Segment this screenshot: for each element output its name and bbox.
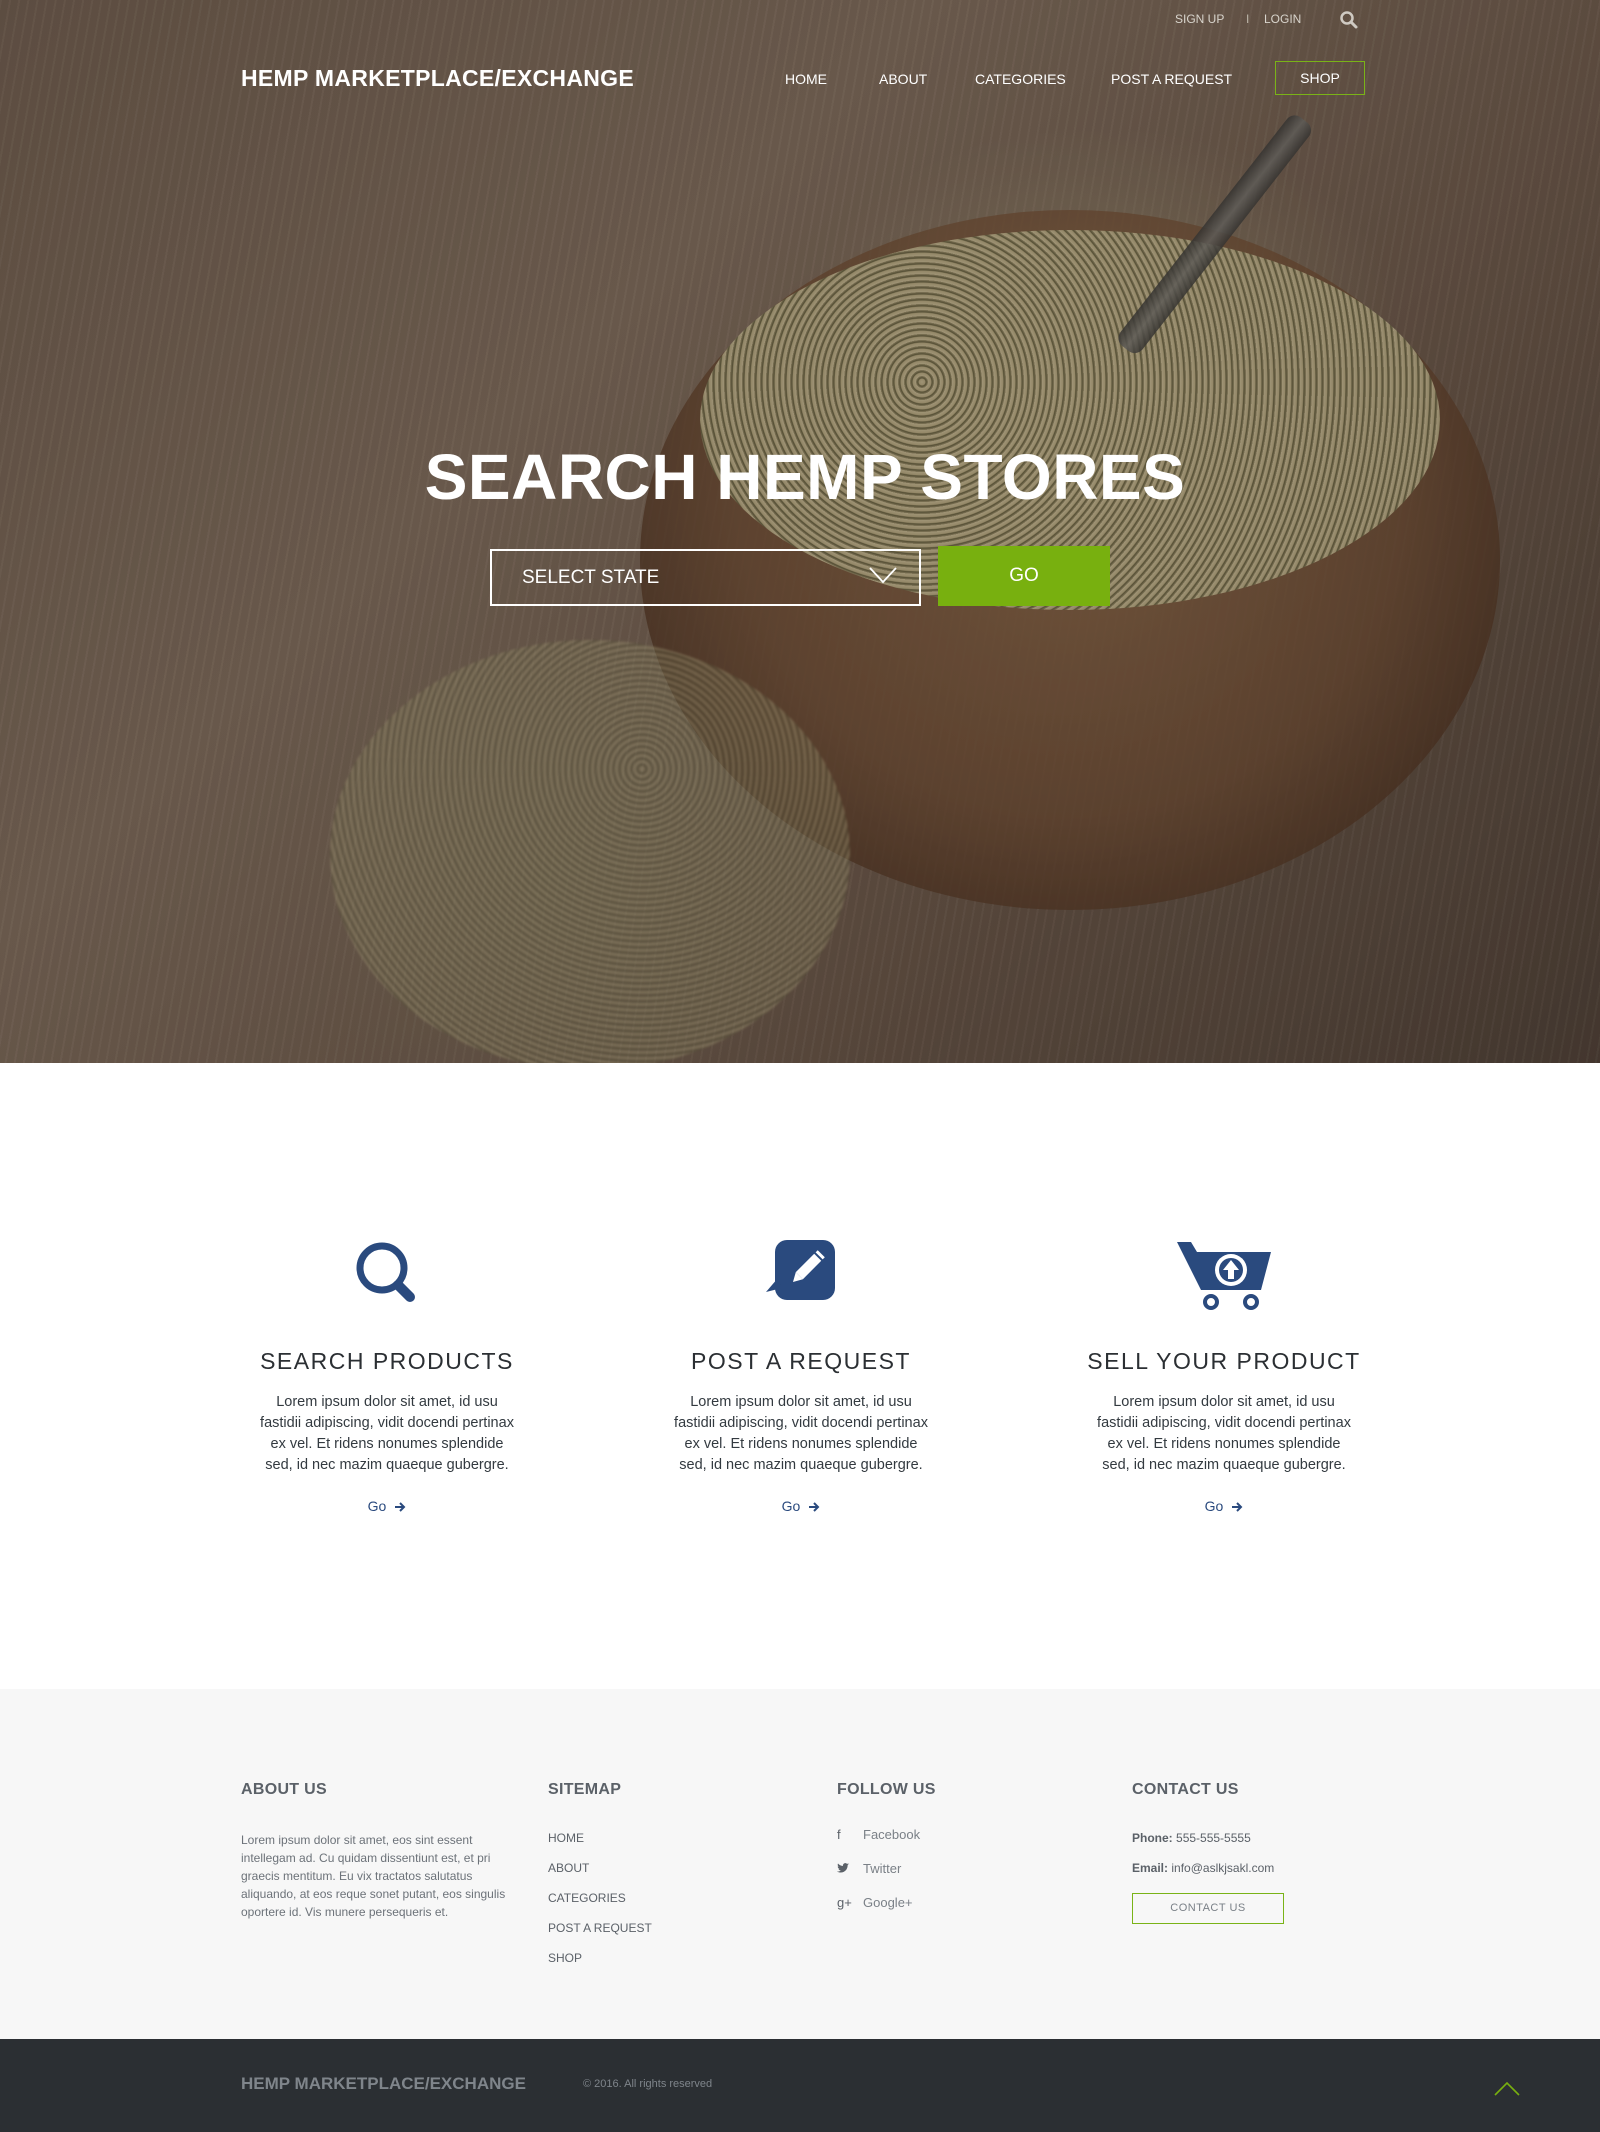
twitter-icon [837, 1861, 863, 1876]
nav-categories[interactable]: CATEGORIES [975, 71, 1066, 87]
contact-us-button[interactable]: CONTACT US [1132, 1893, 1284, 1924]
signup-link[interactable]: SIGN UP [1175, 12, 1224, 26]
nav-shop-button[interactable]: SHOP [1275, 61, 1365, 95]
top-bar: SIGN UP I LOGIN [0, 10, 1600, 30]
feature-title: POST A REQUEST [691, 1348, 911, 1374]
site-logo[interactable]: HEMP MARKETPLACE/EXCHANGE [241, 65, 634, 92]
footer-contact: CONTACT US Phone: 555-555-5555 Email: in… [1132, 1781, 1284, 1924]
bottom-bar: HEMP MARKETPLACE/EXCHANGE © 2016. All ri… [0, 2039, 1600, 2132]
social-list: f Facebook Twitter g+ Google+ [837, 1827, 936, 1929]
facebook-icon: f [837, 1827, 841, 1842]
feature-description: Lorem ipsum dolor sit amet, id usu fasti… [260, 1394, 514, 1473]
search-icon[interactable] [1339, 10, 1359, 30]
footer-about-heading: ABOUT US [241, 1781, 327, 1798]
feature-post-request: POST A REQUEST Lorem ipsum dolor sit ame… [651, 1230, 951, 1516]
feature-title: SEARCH PRODUCTS [260, 1348, 514, 1374]
feature-search-products: SEARCH PRODUCTS Lorem ipsum dolor sit am… [237, 1230, 537, 1516]
feature-description: Lorem ipsum dolor sit amet, id usu fasti… [674, 1394, 928, 1473]
state-select[interactable]: SELECT STATE [490, 549, 921, 606]
sitemap-list: HOME ABOUT CATEGORIES POST A REQUEST SHO… [548, 1831, 652, 1981]
sitemap-item-home[interactable]: HOME [548, 1831, 652, 1861]
sitemap-item-post-request[interactable]: POST A REQUEST [548, 1921, 652, 1951]
footer-about-text: Lorem ipsum dolor sit amet, eos sint ess… [241, 1833, 506, 1919]
feature-description: Lorem ipsum dolor sit amet, id usu fasti… [1097, 1394, 1351, 1473]
sitemap-item-shop[interactable]: SHOP [548, 1951, 652, 1981]
arrow-right-icon [395, 1502, 406, 1512]
hero-section: SIGN UP I LOGIN HEMP MARKETPLACE/EXCHANG… [0, 0, 1600, 1063]
footer-follow: FOLLOW US f Facebook Twitter g+ Google+ [837, 1781, 936, 1929]
google-plus-icon: g+ [837, 1895, 852, 1910]
social-twitter[interactable]: Twitter [837, 1861, 936, 1895]
login-link[interactable]: LOGIN [1264, 12, 1301, 26]
go-button[interactable]: GO [938, 546, 1110, 606]
topbar-separator: I [1246, 12, 1250, 26]
feature-title: SELL YOUR PRODUCT [1087, 1348, 1361, 1374]
contact-email: Email: info@aslkjsakl.com [1132, 1861, 1275, 1875]
footer-logo[interactable]: HEMP MARKETPLACE/EXCHANGE [241, 2074, 526, 2094]
copyright-text: © 2016. All rights reserved [583, 2078, 713, 2090]
footer-follow-heading: FOLLOW US [837, 1781, 936, 1798]
cart-upload-icon [1177, 1242, 1271, 1310]
social-google-plus[interactable]: g+ Google+ [837, 1895, 936, 1929]
state-select-value: SELECT STATE [522, 567, 660, 588]
social-facebook[interactable]: f Facebook [837, 1827, 936, 1861]
magnifier-icon [356, 1242, 415, 1302]
nav-home[interactable]: HOME [785, 71, 827, 87]
feature-go-link[interactable]: Go [1205, 1498, 1244, 1514]
sitemap-item-about[interactable]: ABOUT [548, 1861, 652, 1891]
contact-phone: Phone: 555-555-5555 [1132, 1831, 1251, 1845]
scroll-to-top-icon[interactable] [1494, 2081, 1520, 2097]
nav-about[interactable]: ABOUT [879, 71, 927, 87]
pencil-bubble-icon [766, 1240, 835, 1300]
nav-post-request[interactable]: POST A REQUEST [1111, 71, 1232, 87]
footer-sitemap: SITEMAP HOME ABOUT CATEGORIES POST A REQ… [548, 1781, 652, 1981]
chevron-down-icon [869, 567, 897, 584]
footer: ABOUT US Lorem ipsum dolor sit amet, eos… [0, 1689, 1600, 2039]
hero-title: SEARCH HEMP STORES [424, 441, 1186, 513]
footer-sitemap-heading: SITEMAP [548, 1781, 622, 1798]
sitemap-item-categories[interactable]: CATEGORIES [548, 1891, 652, 1921]
arrow-right-icon [809, 1502, 820, 1512]
arrow-right-icon [1232, 1502, 1243, 1512]
footer-contact-heading: CONTACT US [1132, 1781, 1239, 1798]
feature-go-link[interactable]: Go [782, 1498, 821, 1514]
feature-sell-product: SELL YOUR PRODUCT Lorem ipsum dolor sit … [1074, 1230, 1374, 1516]
feature-go-link[interactable]: Go [368, 1498, 407, 1514]
footer-about: ABOUT US Lorem ipsum dolor sit amet, eos… [241, 1781, 516, 1921]
